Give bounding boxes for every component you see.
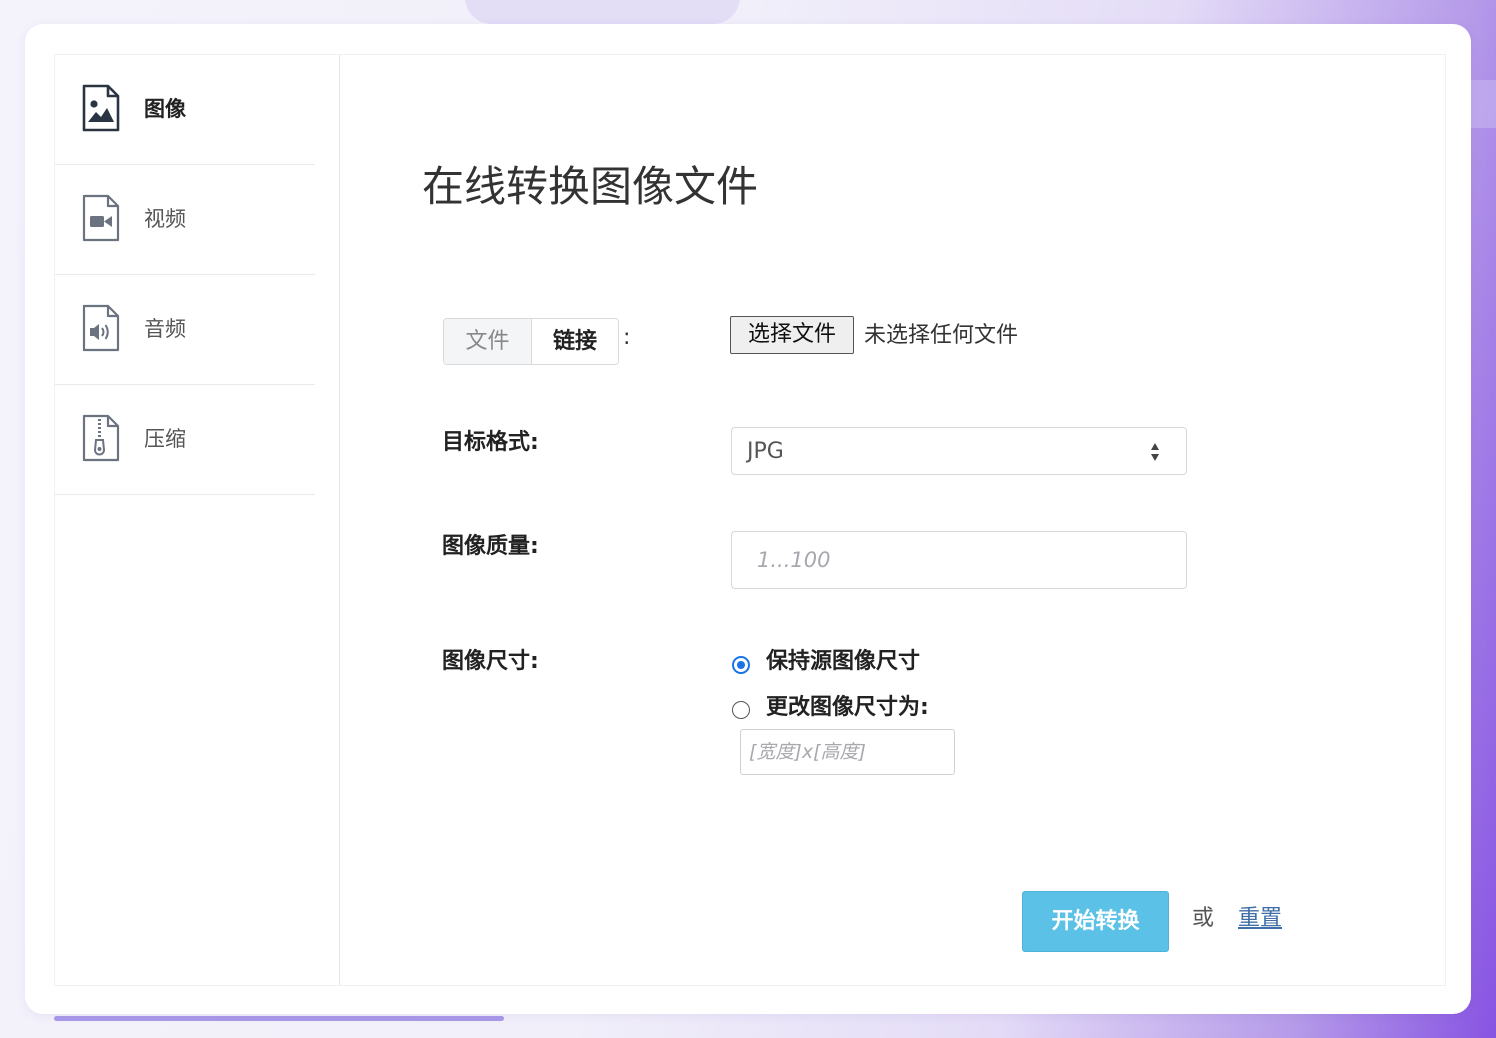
sidebar-item-audio[interactable]: 音频 — [55, 275, 315, 385]
resize-label[interactable]: 更改图像尺寸为: — [766, 693, 929, 723]
format-label: 目标格式: — [442, 430, 539, 455]
source-colon: : — [623, 325, 631, 350]
bottom-progress-bar — [54, 1016, 504, 1021]
converter-panel: 图像 视频 音频 压缩 在线转换图像文件 文件 链接: 选择文件 未选择任何文… — [54, 54, 1446, 986]
sidebar-item-label: 视频 — [144, 207, 186, 231]
size-label: 图像尺寸: — [442, 649, 539, 674]
select-arrows-icon — [1151, 443, 1159, 461]
choose-file-button[interactable]: 选择文件 — [730, 316, 854, 354]
format-select[interactable]: JPG — [731, 427, 1187, 475]
quality-label: 图像质量: — [442, 534, 539, 559]
image-file-icon — [82, 84, 120, 132]
file-status-text: 未选择任何文件 — [864, 323, 1019, 348]
keep-size-radio[interactable] — [732, 656, 750, 674]
sidebar-item-label: 图像 — [144, 97, 186, 121]
sidebar-item-image[interactable]: 图像 — [55, 55, 315, 165]
reset-link[interactable]: 重置 — [1238, 904, 1282, 934]
start-convert-button[interactable]: 开始转换 — [1022, 891, 1169, 952]
keep-size-label[interactable]: 保持源图像尺寸 — [766, 647, 920, 677]
background-pill — [465, 0, 740, 24]
video-file-icon — [82, 194, 120, 242]
converter-card: 图像 视频 音频 压缩 在线转换图像文件 文件 链接: 选择文件 未选择任何文… — [25, 24, 1471, 1014]
or-text: 或 — [1192, 906, 1215, 931]
sidebar-item-label: 压缩 — [144, 427, 186, 451]
dimensions-input[interactable] — [740, 729, 955, 775]
resize-radio[interactable] — [732, 701, 750, 719]
audio-file-icon — [82, 304, 120, 352]
sidebar-item-archive[interactable]: 压缩 — [55, 385, 315, 495]
page-title: 在线转换图像文件 — [422, 162, 759, 211]
source-segmented-control: 文件 链接 — [443, 318, 619, 365]
quality-input[interactable] — [731, 531, 1187, 589]
tab-link[interactable]: 链接 — [532, 319, 618, 364]
sidebar-item-video[interactable]: 视频 — [55, 165, 315, 275]
tab-file[interactable]: 文件 — [444, 319, 532, 364]
format-select-value: JPG — [747, 439, 784, 464]
sidebar-item-label: 音频 — [144, 317, 186, 341]
category-sidebar: 图像 视频 音频 压缩 — [55, 55, 340, 985]
zip-file-icon — [82, 414, 120, 462]
